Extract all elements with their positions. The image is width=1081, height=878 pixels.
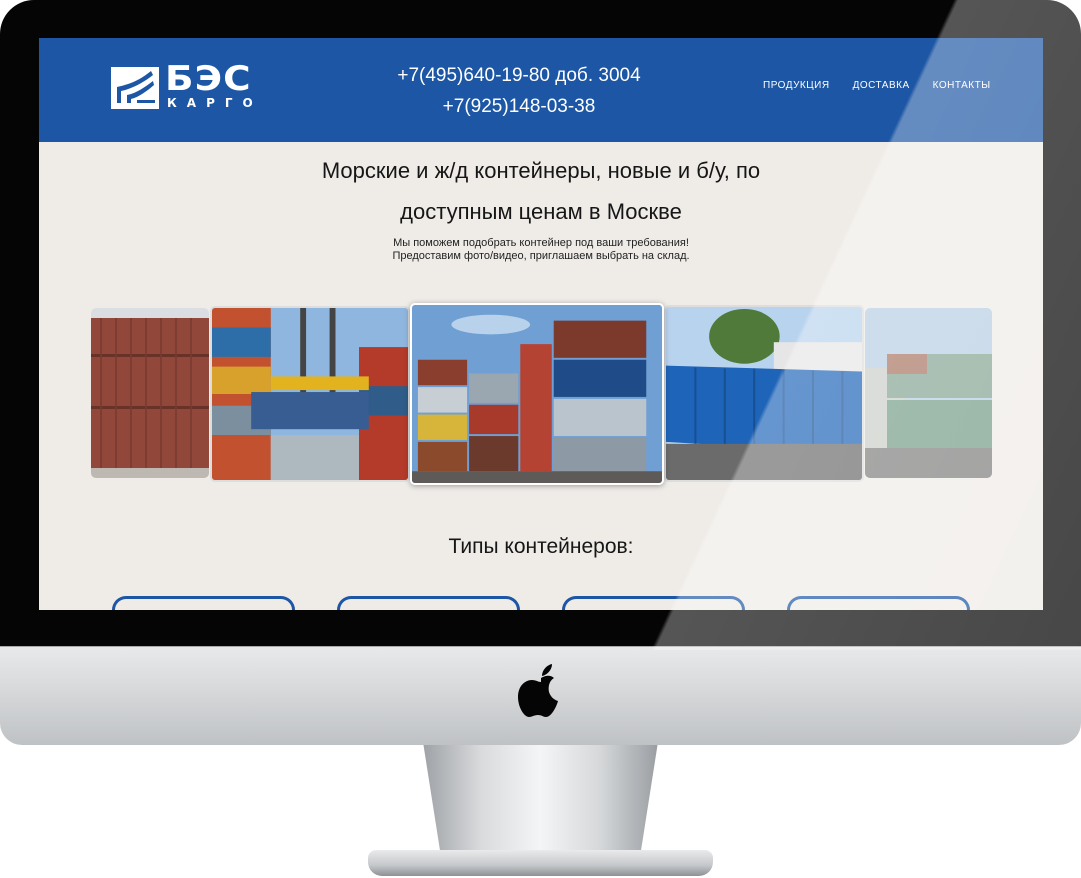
nav-link-products[interactable]: ПРОДУКЦИЯ	[763, 80, 830, 91]
container-types-heading: Типы контейнеров:	[448, 535, 634, 558]
hero-title-line-1: Морские и ж/д контейнеры, новые и б/у, п…	[321, 158, 761, 183]
hero-title: Морские и ж/д контейнеры, новые и б/у, п…	[39, 150, 1043, 232]
logo-mark-icon	[111, 67, 159, 109]
hero-subtitle-line-1: Мы поможем подобрать контейнер под ваши …	[393, 237, 689, 249]
phone-2[interactable]: +7(925)148-03-38	[369, 91, 669, 122]
hero-subtitle: Мы поможем подобрать контейнер под ваши …	[39, 237, 1043, 263]
nav-link-contacts[interactable]: КОНТАКТЫ	[933, 80, 991, 91]
container-type-card-2[interactable]	[337, 596, 520, 610]
logo-subtext: КАРГО	[167, 96, 263, 110]
nav-link-delivery[interactable]: ДОСТАВКА	[853, 80, 910, 91]
hero-title-line-2: доступным ценам в Москве	[400, 199, 682, 224]
apple-icon	[518, 664, 558, 717]
main-nav: ПРОДУКЦИЯ ДОСТАВКА КОНТАКТЫ	[763, 80, 991, 91]
carousel-slide-red-containers[interactable]	[91, 308, 209, 478]
website-screen: БЭС КАРГО +7(495)640-19-80 доб. 3004 +7(…	[39, 38, 1043, 610]
carousel-slide-port-crane[interactable]	[210, 306, 410, 482]
container-type-card-4[interactable]	[787, 596, 970, 610]
carousel-slide-blue-containers[interactable]	[664, 305, 864, 482]
carousel-slide-container-yard[interactable]	[410, 303, 664, 485]
carousel-slide-green-containers[interactable]	[865, 308, 992, 478]
imac-mockup: БЭС КАРГО +7(495)640-19-80 доб. 3004 +7(…	[0, 0, 1081, 878]
logo-text: БЭС	[165, 59, 252, 99]
phone-1[interactable]: +7(495)640-19-80 доб. 3004	[369, 60, 669, 91]
imac-stand	[368, 742, 713, 878]
container-type-card-3[interactable]	[562, 596, 745, 610]
company-logo[interactable]: БЭС КАРГО	[111, 60, 271, 112]
container-type-card-1[interactable]	[112, 596, 295, 610]
site-header: БЭС КАРГО +7(495)640-19-80 доб. 3004 +7(…	[39, 38, 1043, 142]
hero-subtitle-line-2: Предоставим фото/видео, приглашаем выбра…	[392, 250, 690, 262]
contact-phones: +7(495)640-19-80 доб. 3004 +7(925)148-03…	[369, 60, 669, 122]
